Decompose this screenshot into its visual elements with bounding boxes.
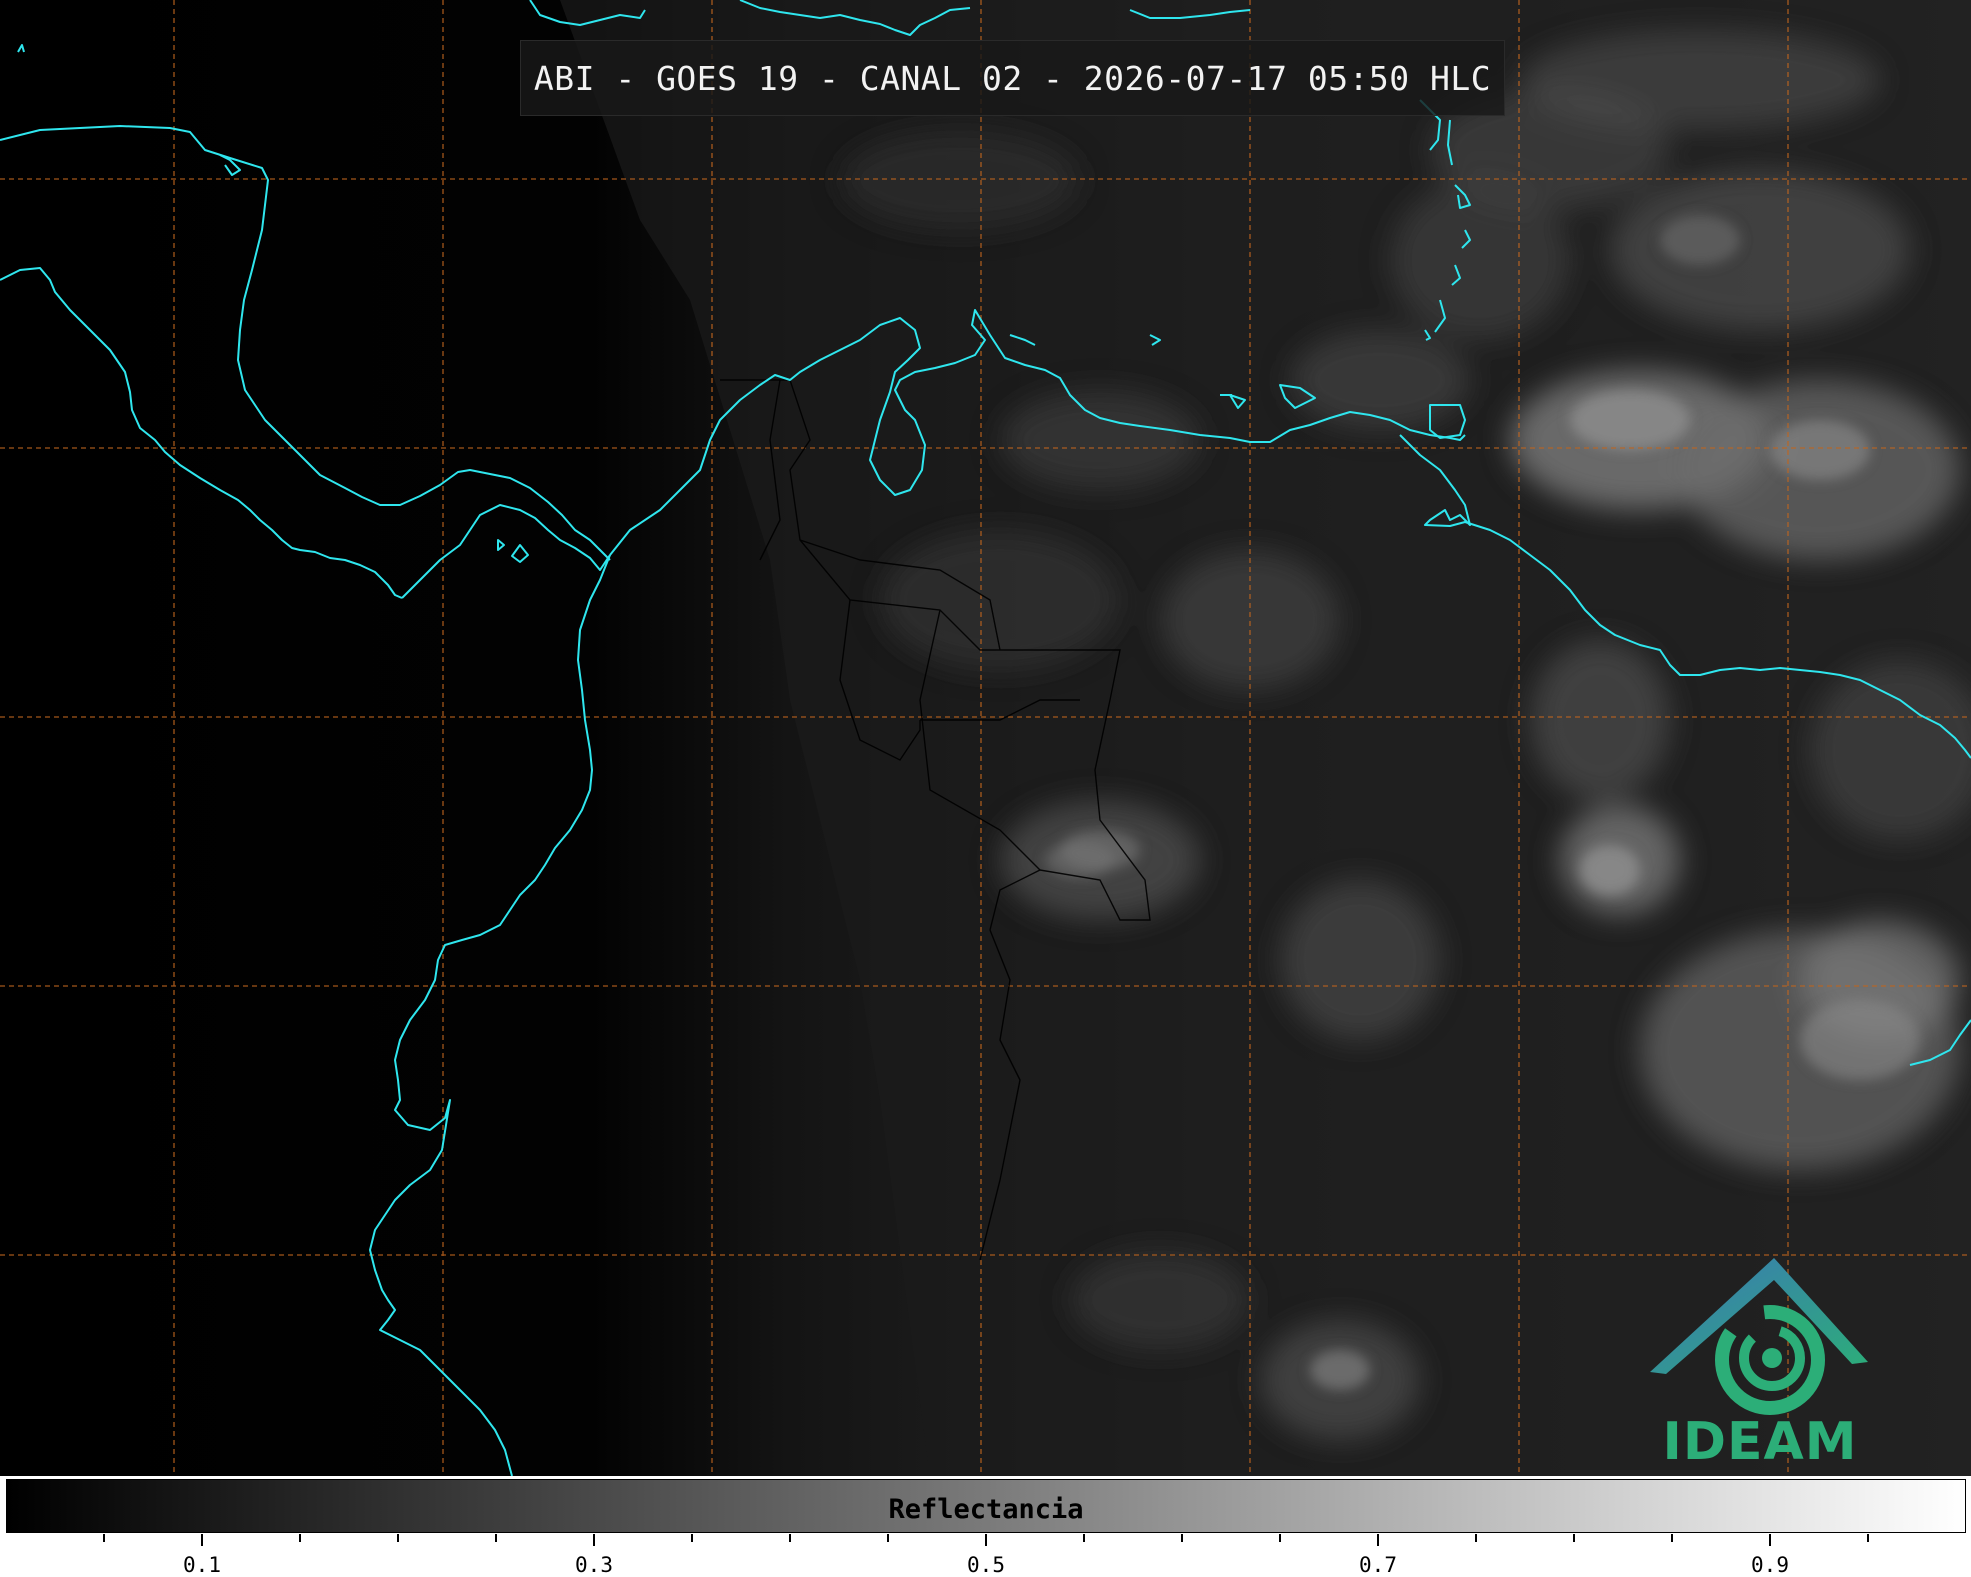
colorbar-label: Reflectancia xyxy=(888,1494,1084,1525)
title-banner: ABI - GOES 19 - CANAL 02 - 2026-07-17 05… xyxy=(520,40,1505,116)
colorbar-tick-label: 0.7 xyxy=(1359,1553,1397,1577)
image-title: ABI - GOES 19 - CANAL 02 - 2026-07-17 05… xyxy=(533,58,1492,98)
satellite-map: ABI - GOES 19 - CANAL 02 - 2026-07-17 05… xyxy=(0,0,1971,1476)
logo-text: IDEAM xyxy=(1662,1412,1858,1472)
satellite-image-viewer: ABI - GOES 19 - CANAL 02 - 2026-07-17 05… xyxy=(0,0,1971,1577)
ideam-logo: IDEAM xyxy=(1640,1252,1880,1474)
ideam-emblem-icon xyxy=(1650,1258,1868,1415)
colorbar-tick-label: 0.3 xyxy=(575,1553,613,1577)
reflectance-colorbar: Reflectancia xyxy=(6,1479,1966,1533)
colorbar-tick-label: 0.1 xyxy=(183,1553,221,1577)
colorbar-ticks xyxy=(103,1534,1869,1546)
colorbar-panel: Reflectancia 0.1 0.3 0.5 0.7 0.9 xyxy=(0,1476,1971,1577)
colorbar-tick-label: 0.9 xyxy=(1751,1553,1789,1577)
colorbar-tick-label: 0.5 xyxy=(967,1553,1005,1577)
